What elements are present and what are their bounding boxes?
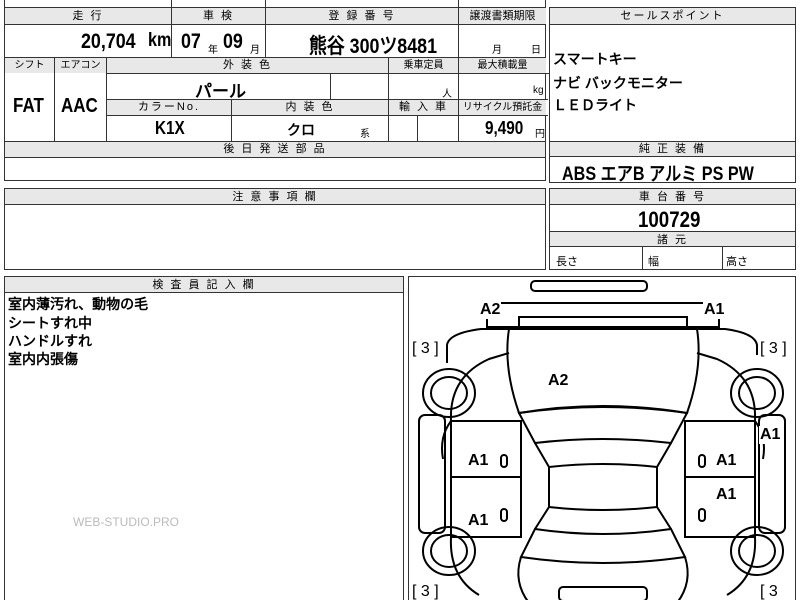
damage-mark-right-rear-wheel: [ 3	[759, 583, 779, 600]
capacity-unit: 人	[442, 89, 452, 100]
inspector-note-line: 室内薄汚れ、動物の毛	[8, 296, 149, 312]
interior-color-label: 内 装 色	[232, 100, 388, 115]
sales-point-item: スマートキー	[553, 51, 637, 67]
mileage-unit: km	[148, 30, 172, 51]
registration-value: 熊谷 300ツ8481	[309, 35, 438, 58]
interior-color-suffix: 系	[360, 129, 370, 140]
damage-mark-left-rear-door: A1	[468, 512, 489, 529]
later-parts-label: 後 日 発 送 部 品	[5, 142, 545, 157]
transfer-day-unit: 日	[531, 45, 541, 56]
capacity-label: 乗車定員	[389, 58, 458, 73]
sales-points-panel: セールスポイント スマートキー ナビ バックモニター ＬＥＤライト	[549, 7, 796, 143]
inspector-note-line: ハンドルすれ	[8, 333, 92, 349]
sales-points-label: セールスポイント	[550, 8, 795, 25]
inspector-notes-label: 検 査 員 記 入 欄	[5, 277, 403, 293]
mileage-label: 走 行	[5, 8, 171, 24]
equipment-panel: 純 正 装 備 ABS エアB アルミ PS PW	[549, 141, 796, 185]
recycle-deposit-value: 9,490	[485, 118, 524, 138]
inspection-label: 車 検	[172, 8, 265, 24]
mileage-value: 20,704	[81, 30, 136, 53]
sales-point-item: ナビ バックモニター	[553, 75, 683, 91]
chassis-number-label: 車 台 番 号	[550, 189, 795, 205]
registration-label: 登 録 番 号	[266, 8, 458, 24]
recycle-deposit-unit: 円	[535, 129, 545, 140]
inspector-note-line: 室内内張傷	[8, 351, 78, 367]
chassis-panel: 車 台 番 号 100729 諸 元 長さ 幅 高さ	[549, 188, 796, 270]
notes-panel: 注 意 事 項 欄	[4, 188, 546, 270]
interior-color-value: クロ	[287, 122, 315, 138]
import-label: 輸 入 車	[389, 100, 458, 115]
shift-value: FAT	[13, 95, 44, 117]
damage-mark-left-front-door: A1	[468, 452, 489, 469]
load-unit: kg	[533, 85, 544, 96]
ac-label: エアコン	[55, 58, 106, 73]
car-damage-diagram: A2 A1 A2 A1 A1 A1 A1 A1 [ 3 ] [ 3 ] [ 3 …	[408, 276, 796, 600]
inspection-month: 09	[223, 30, 243, 53]
inspection-year: 07	[181, 30, 201, 53]
damage-mark-left-rear-wheel: [ 3 ]	[411, 583, 440, 600]
damage-mark-right-front-door: A1	[716, 452, 737, 469]
length-label: 長さ	[556, 256, 578, 268]
damage-mark-hood: A2	[548, 372, 569, 389]
max-load-label: 最大積載量	[459, 58, 546, 73]
month-unit: 月	[250, 45, 260, 56]
recycle-deposit-label: リサイクル預託金	[459, 100, 546, 115]
inspector-note-line: シートすれ中	[8, 315, 92, 331]
car-outline-icon	[418, 280, 786, 600]
width-label: 幅	[648, 256, 659, 268]
damage-mark-left-front-wheel: [ 3 ]	[411, 340, 440, 358]
exterior-color-label: 外 装 色	[107, 58, 388, 73]
equipment-value: ABS エアB アルミ PS PW	[562, 164, 754, 185]
transfer-deadline-label: 譲渡書類期限	[459, 8, 546, 24]
color-no-label: カラーNo.	[107, 100, 231, 115]
inspector-notes-panel: 検 査 員 記 入 欄 室内薄汚れ、動物の毛 シートすれ中 ハンドルすれ 室内内…	[4, 276, 404, 600]
sales-point-item: ＬＥＤライト	[553, 97, 637, 113]
specifications-label: 諸 元	[550, 231, 795, 247]
damage-mark-front-left-bumper: A2	[479, 301, 502, 319]
equipment-label: 純 正 装 備	[550, 142, 795, 157]
color-no-value: K1X	[155, 118, 185, 138]
chassis-number-value: 100729	[638, 207, 701, 232]
shift-label: シフト	[5, 58, 54, 73]
damage-mark-right-fender: A1	[759, 426, 782, 444]
vehicle-info-table: 走 行 車 検 登 録 番 号 譲渡書類期限 20,704 km 07 年 09…	[4, 0, 558, 181]
transfer-month-unit: 月	[492, 45, 502, 56]
ac-value: AAC	[61, 95, 98, 117]
notes-label: 注 意 事 項 欄	[5, 189, 545, 205]
year-unit: 年	[208, 45, 218, 56]
damage-mark-front-right-bumper: A1	[703, 301, 726, 319]
damage-mark-right-rear-door: A1	[716, 486, 737, 503]
damage-mark-right-front-wheel: [ 3 ]	[759, 340, 788, 358]
watermark: WEB-STUDIO.PRO	[73, 515, 180, 529]
height-label: 高さ	[726, 256, 748, 268]
